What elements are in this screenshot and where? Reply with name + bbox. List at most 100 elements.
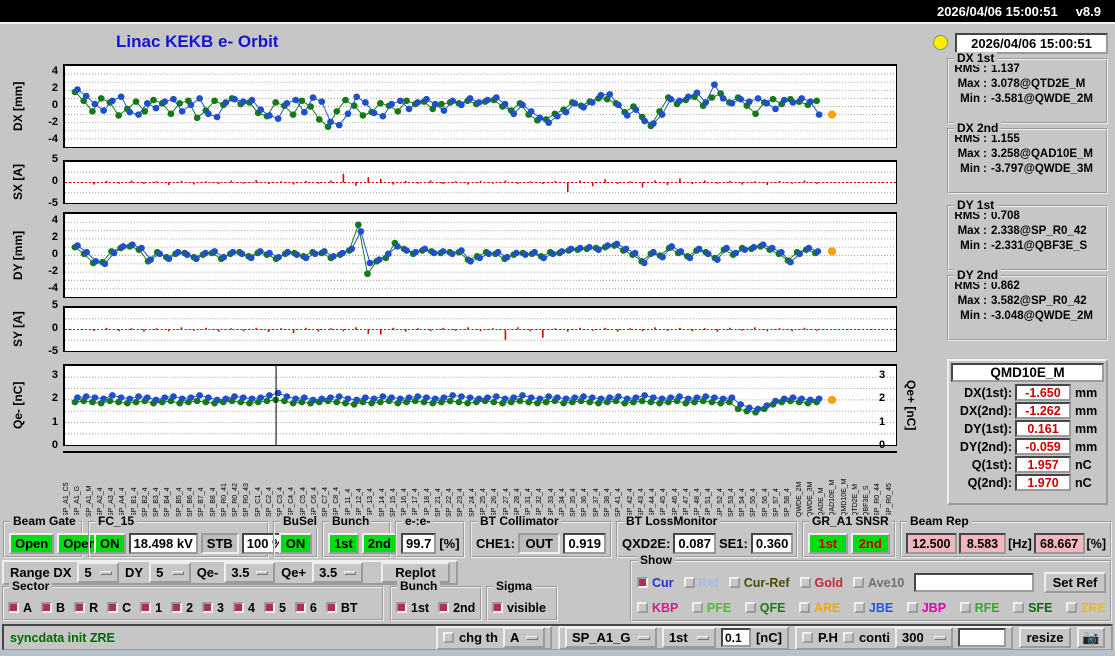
beam-gate-open-1-button[interactable]: Open (9, 533, 55, 554)
ref-file-input[interactable] (914, 573, 1034, 592)
x-axis-label: SP_23_4 (457, 488, 465, 517)
sector-item-c[interactable]: C (107, 601, 131, 615)
sector-item-bt-label: BT (340, 600, 358, 615)
show-toggle-label: Ave10 (868, 575, 905, 590)
x-axis-label: SP_25_4 (480, 488, 487, 517)
range-dy-label: DY (125, 565, 144, 580)
show-toggle-kbp[interactable]: KBP (637, 601, 678, 615)
range-qem-select[interactable]: 3.5 (224, 562, 276, 583)
sector-item-3[interactable]: 3 (202, 601, 224, 615)
fc15-stb-button[interactable]: STB (200, 533, 239, 554)
show-toggle-are[interactable]: ARE (798, 600, 841, 615)
show-toggle-jbe[interactable]: JBE (853, 601, 893, 615)
checkbox-icon (906, 602, 918, 613)
sector-item-bt[interactable]: BT (325, 600, 358, 615)
busel-on-button[interactable]: ON (279, 533, 312, 554)
sector-item-4[interactable]: 4 (232, 600, 255, 615)
count-select[interactable]: 300 (895, 627, 953, 648)
show-toggle-ref[interactable]: Ref (683, 576, 719, 590)
monitor-row: DX(2nd): -1.262 mm (952, 402, 1103, 419)
monitor-select[interactable]: SP_A1_G (564, 627, 657, 648)
range-qep-value: 3.5 (319, 565, 338, 580)
range-dx-select[interactable]: 5 (77, 562, 120, 583)
sector-item-5[interactable]: 5 (263, 601, 286, 615)
show-toggle-qfe[interactable]: QFE (744, 601, 785, 615)
threshold-input[interactable] (720, 628, 751, 647)
stat-line: Max : 3.258@QAD10E_M (951, 148, 1104, 160)
extra-input[interactable] (958, 628, 1006, 647)
checkbox-icon (41, 602, 53, 613)
bunch-1st-button[interactable]: 1st (328, 533, 359, 554)
conti-checkbox[interactable] (842, 632, 854, 643)
show-toggle-ave10[interactable]: Ave10 (853, 576, 904, 590)
y-tick-label-right: 2 (879, 392, 886, 405)
stat-label: Min : (960, 310, 987, 322)
sy-plot[interactable] (63, 306, 897, 352)
screenshot-button[interactable]: 📷 (1077, 627, 1105, 648)
dx-plot[interactable] (63, 64, 897, 148)
sector-item-r[interactable]: R (74, 601, 98, 615)
x-axis-label: SP_24_4 (468, 488, 476, 517)
che1-out-button[interactable]: OUT (518, 533, 561, 554)
show-toggle-gold[interactable]: Gold (799, 576, 843, 590)
monitor-row-value: 1.957 (1015, 456, 1071, 473)
sector-item-1[interactable]: 1 (140, 601, 162, 615)
chg-th-select[interactable]: A (502, 627, 545, 648)
x-axis-label: SP_32_4 (536, 488, 544, 517)
set-ref-button[interactable]: Set Ref (1044, 572, 1106, 593)
show-toggle-label: ARE (813, 600, 841, 615)
x-axis-label: QTD2E_M (851, 483, 859, 517)
range-qep-select[interactable]: 3.5 (312, 562, 363, 583)
stat-line: Max : 3.582@SP_R0_42 (951, 295, 1104, 307)
q-plot[interactable] (63, 364, 897, 446)
q-axis-label: Qe- [nC] (11, 381, 25, 429)
show-toggle-pfe[interactable]: PFE (691, 601, 731, 615)
show-toggle-zre[interactable]: ZRE (1065, 601, 1106, 615)
sector-item-b[interactable]: B (41, 601, 65, 615)
sector-items: A B R C 1 2 3 4 5 6 BT (8, 599, 378, 616)
series-selected-monitor-orange (827, 110, 837, 119)
sigma-visible-checkbox[interactable]: visible (492, 601, 546, 615)
y-tick-label-right: 3 (879, 368, 886, 381)
monitor-name[interactable]: QMD10E_M (951, 363, 1104, 382)
q-axis-label-right: Qe+ [nC] (904, 379, 918, 431)
sector-item-2[interactable]: 2 (171, 601, 193, 615)
resize-button[interactable]: resize (1019, 627, 1071, 648)
x-axis-label: SP_12_4 (356, 488, 364, 517)
bunch-2nd-button[interactable]: 2nd (361, 533, 397, 554)
sector-item-6[interactable]: 6 (294, 601, 317, 615)
fc15-on-button[interactable]: ON (94, 533, 126, 554)
show-toggle-rfe[interactable]: RFE (959, 601, 1000, 615)
ph-checkbox[interactable] (801, 632, 813, 643)
sector-item-b-label: B (56, 600, 66, 615)
show-toggle-sfe[interactable]: SFE (1013, 601, 1052, 615)
range-dy-select[interactable]: 5 (149, 562, 191, 583)
chg-th-checkbox[interactable] (442, 632, 454, 643)
gr-snsr-2nd-button[interactable]: 2nd (850, 533, 890, 554)
checkbox-icon (744, 602, 756, 613)
x-axis-label: SP_B1_4 (130, 487, 138, 517)
x-axis-label: SP_R0_43 (243, 483, 251, 517)
sector-item-4-label: 4 (247, 600, 255, 615)
y-tick-label: 2 (51, 230, 58, 243)
bunch-item-2nd-label: 2nd (453, 600, 476, 615)
show-row1-items: Cur Ref Cur-Ref Gold Ave10 (637, 576, 904, 590)
monitor-row-unit: mm (1075, 439, 1098, 454)
dy-plot[interactable] (63, 212, 897, 298)
gr-snsr-1st-button[interactable]: 1st (808, 533, 848, 554)
x-axis-label: SP_53_4 (727, 488, 735, 517)
x-axis-label: SP_48_4 (694, 488, 702, 517)
x-axis-label: SP_35_4 (570, 488, 578, 517)
show-toggle-cur-ref[interactable]: Cur-Ref (728, 576, 790, 590)
y-tick-label: 0 (51, 248, 58, 260)
bunch-item-1st[interactable]: 1st (396, 601, 429, 615)
sector-item-a[interactable]: A (8, 601, 32, 615)
x-axis-label: SP_26_4 (491, 488, 499, 517)
show-toggle-cur[interactable]: Cur (637, 576, 674, 590)
beam-rep-hz-label: [Hz] (1008, 536, 1032, 551)
monitor-select-value: SP_A1_G (571, 630, 631, 645)
bunch-item-2nd[interactable]: 2nd (438, 601, 475, 615)
sx-plot[interactable] (63, 160, 897, 204)
bunch-select[interactable]: 1st (661, 627, 716, 648)
show-toggle-jbp[interactable]: JBP (906, 601, 946, 615)
